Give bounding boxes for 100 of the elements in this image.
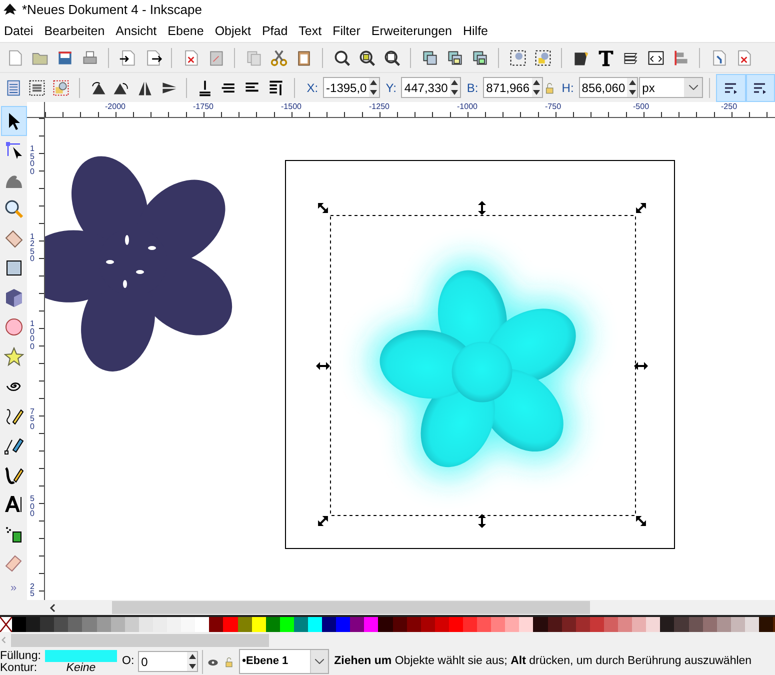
import-icon[interactable] (118, 48, 136, 66)
color-swatch[interactable] (716, 617, 731, 632)
number-field[interactable]: 871,966 (483, 77, 543, 98)
number-field[interactable]: 856,060 (578, 77, 638, 98)
color-swatch[interactable] (12, 617, 26, 632)
select-all-icon[interactable] (4, 78, 23, 96)
spin-up-icon[interactable] (370, 80, 378, 86)
color-swatch[interactable] (660, 617, 674, 632)
menu-item[interactable]: Erweiterungen (367, 22, 459, 40)
raise-top-icon[interactable] (266, 78, 285, 96)
color-swatch[interactable] (167, 617, 182, 632)
color-swatch[interactable] (40, 617, 54, 632)
color-swatch[interactable] (138, 617, 153, 632)
toggle-button[interactable] (746, 74, 775, 102)
color-swatch[interactable] (223, 617, 238, 632)
layer-dropdown[interactable]: •Ebene 1 (239, 649, 330, 674)
color-swatch[interactable] (604, 617, 618, 632)
chevron-left-icon[interactable] (48, 602, 58, 612)
color-swatch[interactable] (434, 617, 449, 632)
color-swatch[interactable] (562, 617, 576, 632)
no-color-icon[interactable] (0, 617, 12, 632)
menu-item[interactable]: Datei (0, 22, 40, 40)
color-swatch[interactable] (195, 617, 210, 632)
color-swatch[interactable] (124, 617, 139, 632)
color-swatch[interactable] (448, 617, 463, 632)
zoom-icon[interactable] (358, 48, 376, 66)
number-field[interactable]: -1395,0 (323, 77, 380, 98)
lock-icon[interactable] (223, 656, 236, 668)
menu-item[interactable]: Text (294, 22, 329, 40)
save-icon[interactable] (56, 48, 74, 66)
spin-down-icon[interactable] (533, 90, 540, 95)
color-swatch[interactable] (392, 617, 407, 632)
resize-handle[interactable] (316, 362, 330, 370)
scale-handle[interactable] (318, 516, 328, 526)
unit-dropdown[interactable]: px (639, 77, 704, 98)
select-layers-icon[interactable] (28, 78, 46, 96)
spin-down-icon[interactable] (451, 90, 458, 95)
color-swatch[interactable] (294, 617, 308, 632)
menu-item[interactable]: Objekt (210, 22, 258, 40)
xml-editor-icon[interactable] (646, 48, 664, 66)
align-icon[interactable] (672, 48, 690, 66)
resize-handle[interactable] (634, 362, 648, 370)
color-swatch[interactable] (266, 617, 280, 632)
color-swatch[interactable] (322, 617, 336, 632)
color-swatch[interactable] (491, 617, 506, 632)
color-swatch[interactable] (350, 617, 364, 632)
color-swatch[interactable] (463, 617, 478, 632)
color-swatch[interactable] (238, 617, 252, 632)
color-swatch[interactable] (110, 617, 125, 632)
color-swatch[interactable] (96, 617, 111, 632)
scale-handle[interactable] (636, 516, 646, 526)
color-swatch[interactable] (54, 617, 68, 632)
scrollbar-thumb[interactable] (112, 601, 590, 614)
color-swatch[interactable] (308, 617, 322, 632)
group-icon[interactable] (508, 48, 526, 66)
fill-color-swatch[interactable] (45, 650, 117, 662)
zoom-icon[interactable] (332, 48, 350, 66)
scale-handle[interactable] (318, 203, 328, 213)
color-swatch[interactable] (576, 617, 590, 632)
color-swatch[interactable] (548, 617, 562, 632)
color-swatch[interactable] (152, 617, 168, 632)
color-swatch[interactable] (336, 617, 350, 632)
color-swatch[interactable] (26, 617, 40, 632)
printer-icon[interactable] (80, 48, 98, 66)
color-swatch[interactable] (519, 617, 534, 632)
color-swatch[interactable] (406, 617, 421, 632)
resize-handle[interactable] (478, 514, 486, 528)
color-swatch[interactable] (758, 617, 774, 632)
caret-icon[interactable] (315, 659, 324, 664)
lock-square-icon[interactable] (470, 48, 488, 66)
color-swatch[interactable] (68, 617, 82, 632)
color-swatch[interactable] (632, 617, 646, 632)
text-icon[interactable] (596, 48, 614, 66)
scissors-icon[interactable] (270, 48, 288, 66)
color-swatch[interactable] (702, 617, 717, 632)
ungroup-icon[interactable] (534, 48, 552, 66)
color-swatch[interactable] (252, 617, 266, 632)
spin-down-icon[interactable] (188, 664, 196, 669)
color-swatch[interactable] (82, 617, 97, 632)
scrollbar-thumb[interactable] (11, 634, 269, 646)
menu-item[interactable]: Pfad (258, 22, 295, 40)
opacity-field[interactable]: 0 (138, 651, 198, 672)
more-tools-button[interactable]: » (10, 580, 17, 596)
menu-item[interactable]: Ansicht (112, 22, 164, 40)
spin-down-icon[interactable] (628, 90, 636, 95)
menu-item[interactable]: Filter (328, 22, 368, 40)
color-swatch[interactable] (378, 617, 393, 632)
color-swatch[interactable] (688, 617, 703, 632)
spin-up-icon[interactable] (188, 654, 196, 660)
color-swatch[interactable] (280, 617, 294, 632)
color-swatch[interactable] (590, 617, 604, 632)
scale-handle[interactable] (636, 203, 646, 213)
duplicate-icon[interactable] (420, 48, 438, 66)
color-swatch[interactable] (477, 617, 492, 632)
deselect-icon[interactable] (52, 78, 70, 96)
tool-button[interactable] (0, 106, 26, 136)
color-swatch[interactable] (618, 617, 632, 632)
caret-icon[interactable] (688, 85, 698, 90)
menu-item[interactable]: Ebene (164, 22, 211, 40)
color-swatch[interactable] (209, 617, 224, 632)
